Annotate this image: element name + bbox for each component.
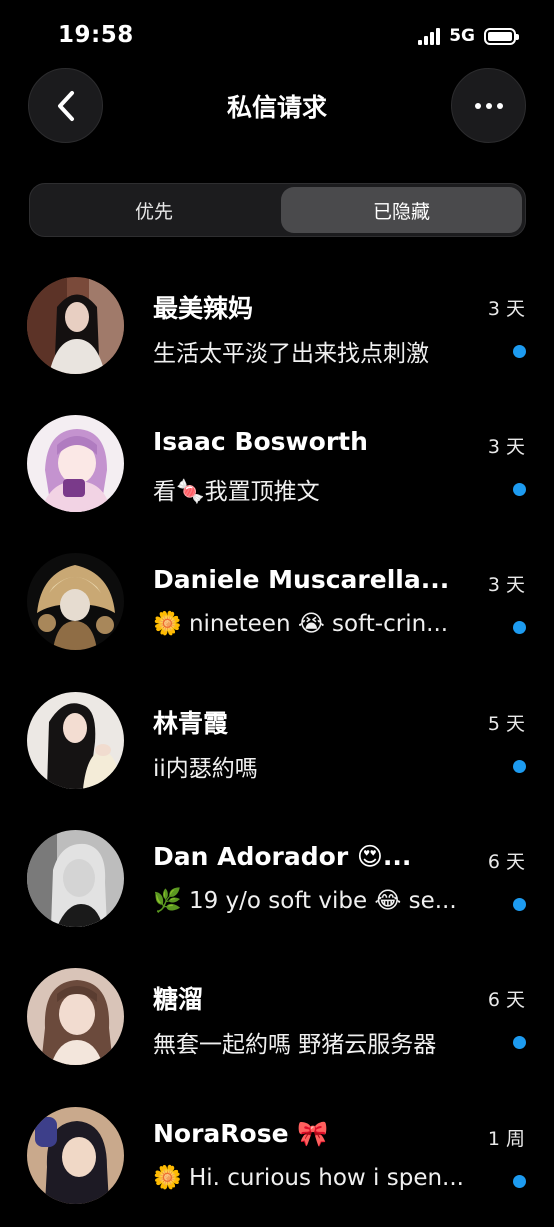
conversation-name: Isaac Bosworth — [153, 427, 368, 456]
conversation-name: Daniele Muscarella... — [153, 565, 450, 594]
avatar — [27, 277, 124, 374]
tab-hidden[interactable]: 已隐藏 — [281, 187, 522, 233]
more-horizontal-icon — [474, 102, 503, 109]
conversation-time: 3 天 — [487, 574, 525, 596]
status-time: 19:58 — [58, 22, 134, 48]
tab-priority[interactable]: 优先 — [33, 187, 275, 233]
conversation-time: 1 周 — [487, 1128, 525, 1150]
conversation-name: Dan Adorador 😍... — [153, 842, 412, 871]
conversation-preview: 🌿 19 y/o soft vibe 😂 se... — [153, 888, 457, 914]
network-type: 5G — [449, 26, 475, 46]
unread-indicator — [513, 483, 526, 496]
battery-icon — [484, 27, 519, 45]
conversation-time: 3 天 — [487, 436, 525, 458]
status-indicators: 5G — [418, 26, 519, 46]
conversation-time: 6 天 — [487, 989, 525, 1011]
conversation-preview: 無套一起約嗎 野猪云服务器 — [153, 1032, 437, 1058]
avatar — [27, 1107, 124, 1204]
conversation-preview: 🌼 nineteen 😭 soft-crin... — [153, 611, 449, 637]
conversation-row[interactable]: 最美辣妈 3 天 生活太平淡了出来找点刺激 — [0, 277, 554, 397]
cellular-signal-icon — [418, 27, 441, 45]
unread-indicator — [513, 898, 526, 911]
more-options-button[interactable] — [451, 68, 526, 143]
status-bar: 19:58 5G — [0, 0, 554, 60]
conversation-row[interactable]: 林青霞 5 天 ii内瑟約嗎 — [0, 692, 554, 812]
unread-indicator — [513, 1036, 526, 1049]
conversation-row[interactable]: Isaac Bosworth 3 天 看🍬我置顶推文 — [0, 415, 554, 535]
conversation-row[interactable]: Dan Adorador 😍... 6 天 🌿 19 y/o soft vibe… — [0, 830, 554, 950]
conversation-row[interactable]: NoraRose 🎀 1 周 🌼 Hi. curious how i spen.… — [0, 1107, 554, 1227]
conversation-name: 最美辣妈 — [153, 294, 254, 323]
avatar — [27, 692, 124, 789]
conversation-time: 5 天 — [487, 713, 525, 735]
conversation-preview: 看🍬我置顶推文 — [153, 479, 320, 505]
request-filter-tabs: 优先 已隐藏 — [29, 183, 526, 237]
conversation-preview: 生活太平淡了出来找点刺激 — [153, 341, 429, 367]
avatar — [27, 830, 124, 927]
unread-indicator — [513, 345, 526, 358]
unread-indicator — [513, 621, 526, 634]
conversation-name: 林青霞 — [153, 709, 229, 738]
conversation-row[interactable]: 糖溜 6 天 無套一起約嗎 野猪云服务器 — [0, 968, 554, 1088]
unread-indicator — [513, 760, 526, 773]
conversation-row[interactable]: Daniele Muscarella... 3 天 🌼 nineteen 😭 s… — [0, 553, 554, 673]
conversation-name: 糖溜 — [153, 985, 204, 1014]
avatar — [27, 415, 124, 512]
unread-indicator — [513, 1175, 526, 1188]
conversation-name: NoraRose 🎀 — [153, 1119, 329, 1148]
conversation-preview: ii内瑟約嗎 — [153, 756, 258, 782]
conversation-preview: 🌼 Hi. curious how i spen... — [153, 1165, 464, 1191]
conversation-time: 3 天 — [487, 298, 525, 320]
avatar — [27, 553, 124, 650]
avatar — [27, 968, 124, 1065]
conversation-time: 6 天 — [487, 851, 525, 873]
